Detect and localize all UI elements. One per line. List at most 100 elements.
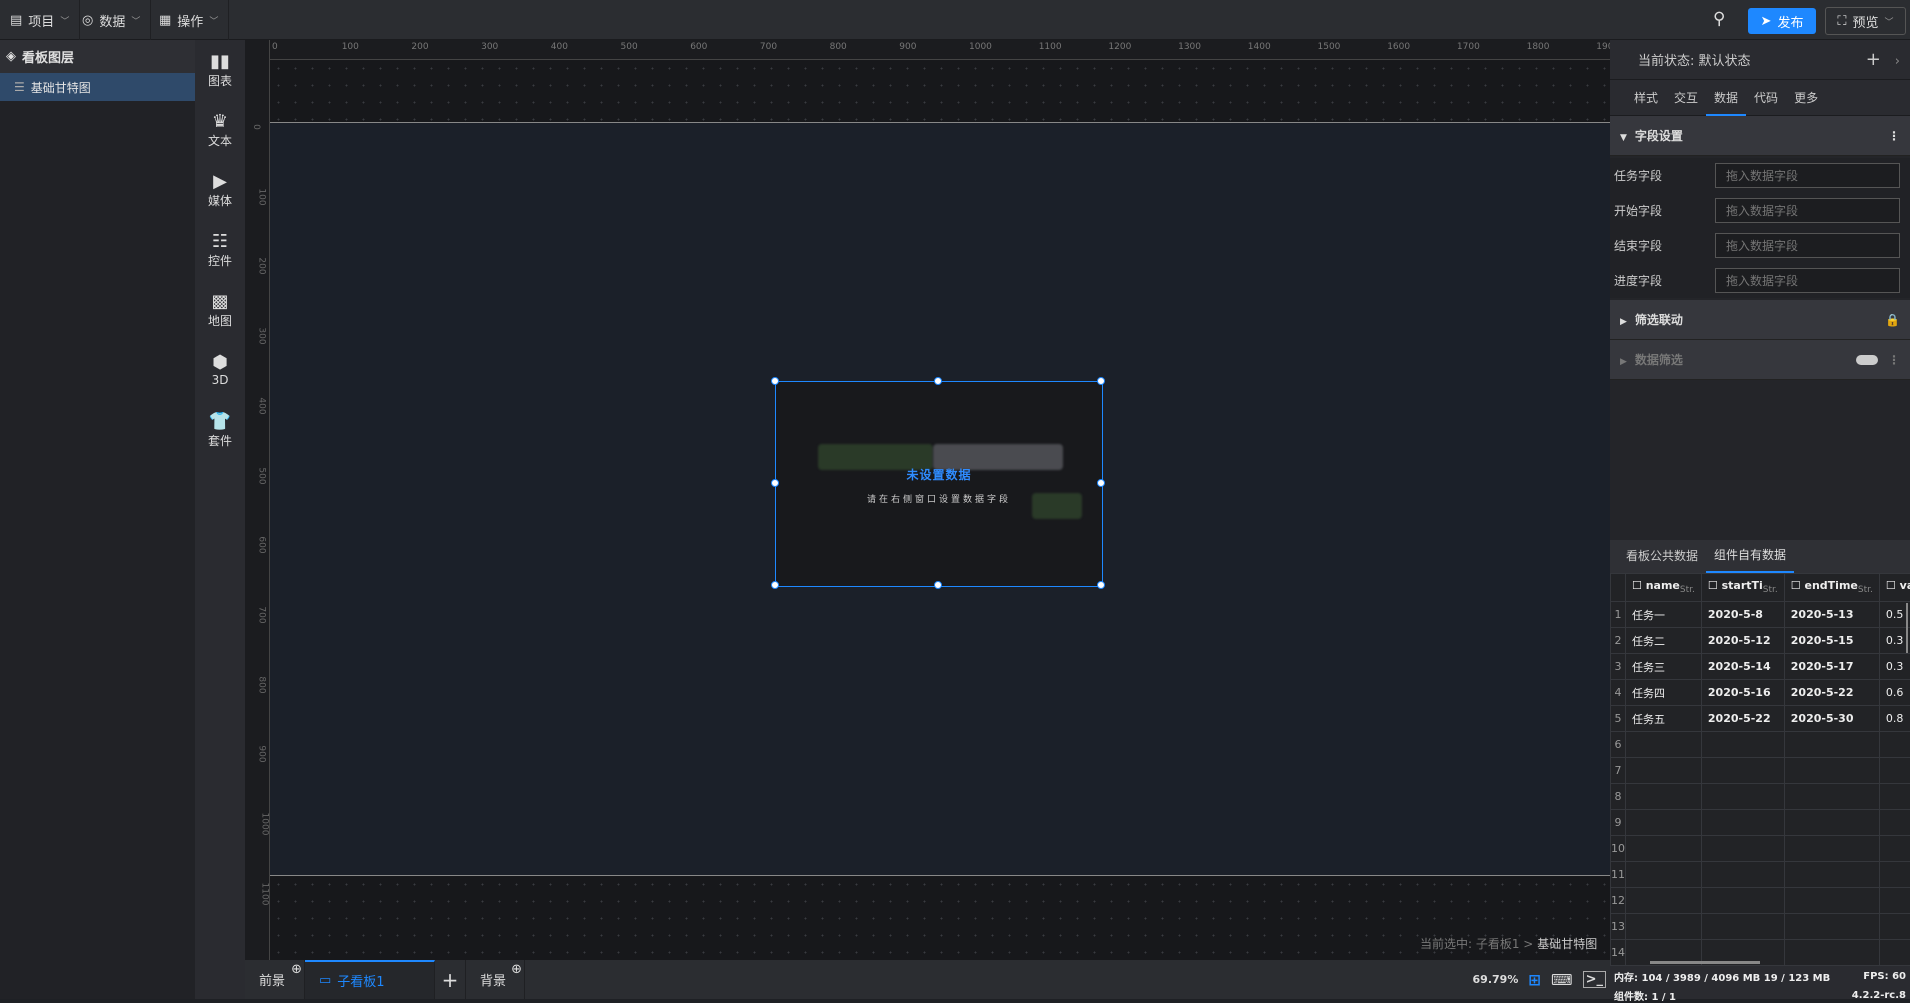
more-vertical-icon[interactable]: ⋮ xyxy=(1888,353,1900,367)
tab-style[interactable]: 样式 xyxy=(1626,80,1666,116)
table-cell[interactable] xyxy=(1626,862,1702,888)
table-cell[interactable]: 2020-5-15 xyxy=(1784,628,1879,654)
table-cell[interactable] xyxy=(1626,888,1702,914)
table-cell[interactable]: 0.6 xyxy=(1879,680,1910,706)
progress-field-input[interactable] xyxy=(1715,268,1900,293)
table-cell[interactable]: 任务四 xyxy=(1626,680,1702,706)
table-cell[interactable] xyxy=(1879,914,1910,940)
table-cell[interactable]: 0.8 xyxy=(1879,706,1910,732)
table-cell[interactable]: 2020-5-30 xyxy=(1784,706,1879,732)
table-cell[interactable] xyxy=(1784,914,1879,940)
table-cell[interactable]: 2020-5-13 xyxy=(1784,602,1879,628)
tool-text[interactable]: ♛文本 xyxy=(195,100,245,160)
table-cell[interactable] xyxy=(1784,732,1879,758)
add-circle-icon[interactable]: ⊕ xyxy=(291,962,302,977)
table-cell[interactable] xyxy=(1701,810,1784,836)
lock-icon[interactable]: 🔒 xyxy=(1885,313,1900,327)
table-cell[interactable] xyxy=(1784,810,1879,836)
tool-media[interactable]: ▶媒体 xyxy=(195,160,245,220)
table-cell[interactable] xyxy=(1701,862,1784,888)
table-row[interactable]: 8 xyxy=(1611,784,1910,810)
vertical-scrollbar[interactable] xyxy=(1906,603,1908,653)
tool-map[interactable]: ▩地图 xyxy=(195,280,245,340)
table-cell[interactable] xyxy=(1626,914,1702,940)
table-cell[interactable]: 任务五 xyxy=(1626,706,1702,732)
menu-operate[interactable]: ▦操作﹀ xyxy=(149,0,229,40)
table-cell[interactable] xyxy=(1626,784,1702,810)
table-cell[interactable]: 2020-5-12 xyxy=(1701,628,1784,654)
resize-handle[interactable] xyxy=(1097,377,1105,385)
table-cell[interactable] xyxy=(1784,888,1879,914)
table-cell[interactable] xyxy=(1879,888,1910,914)
tool-kit[interactable]: 👕套件 xyxy=(195,400,245,460)
table-cell[interactable] xyxy=(1879,810,1910,836)
tool-control[interactable]: ☷控件 xyxy=(195,220,245,280)
table-cell[interactable]: 任务三 xyxy=(1626,654,1702,680)
table-row[interactable]: 12 xyxy=(1611,888,1910,914)
add-board-button[interactable]: + xyxy=(435,960,466,999)
table-row[interactable]: 1任务一2020-5-82020-5-130.5 xyxy=(1611,602,1910,628)
table-cell[interactable] xyxy=(1784,784,1879,810)
table-cell[interactable]: 0.3 xyxy=(1879,654,1910,680)
table-row[interactable]: 9 xyxy=(1611,810,1910,836)
menu-data[interactable]: ◎数据﹀ xyxy=(72,0,151,40)
table-cell[interactable] xyxy=(1784,836,1879,862)
tab-public-data[interactable]: 看板公共数据 xyxy=(1618,540,1706,573)
table-cell[interactable] xyxy=(1784,940,1879,966)
horizontal-scrollbar[interactable] xyxy=(1650,961,1760,964)
table-cell[interactable]: 2020-5-8 xyxy=(1701,602,1784,628)
resize-handle[interactable] xyxy=(771,377,779,385)
task-field-input[interactable] xyxy=(1715,163,1900,188)
tab-sub-board-1[interactable]: ▭子看板1 xyxy=(305,960,435,999)
checkbox[interactable]: ☐ xyxy=(1791,579,1801,592)
table-cell[interactable] xyxy=(1701,888,1784,914)
resize-handle[interactable] xyxy=(771,479,779,487)
table-cell[interactable] xyxy=(1879,758,1910,784)
more-vertical-icon[interactable]: ⋮ xyxy=(1888,129,1900,143)
tab-interaction[interactable]: 交互 xyxy=(1666,80,1706,116)
zoom-level[interactable]: 69.79% xyxy=(1473,973,1519,986)
checkbox[interactable]: ☐ xyxy=(1886,579,1896,592)
table-cell[interactable]: 2020-5-16 xyxy=(1701,680,1784,706)
layer-item-gantt[interactable]: ☰基础甘特图 xyxy=(0,73,195,101)
table-cell[interactable] xyxy=(1626,758,1702,784)
field-settings-header[interactable]: ▼字段设置⋮ xyxy=(1610,116,1910,156)
table-cell[interactable] xyxy=(1879,862,1910,888)
table-row[interactable]: 3任务三2020-5-142020-5-170.3 xyxy=(1611,654,1910,680)
table-cell[interactable] xyxy=(1879,940,1910,966)
search-icon[interactable]: ⚲ xyxy=(1713,9,1725,29)
table-cell[interactable] xyxy=(1701,784,1784,810)
table-cell[interactable]: 2020-5-14 xyxy=(1701,654,1784,680)
tab-data[interactable]: 数据 xyxy=(1706,80,1746,116)
table-cell[interactable] xyxy=(1701,758,1784,784)
tab-background[interactable]: 背景⊕ xyxy=(466,960,525,999)
tab-more[interactable]: 更多 xyxy=(1786,80,1826,116)
table-cell[interactable] xyxy=(1626,810,1702,836)
table-cell[interactable]: 任务二 xyxy=(1626,628,1702,654)
table-cell[interactable] xyxy=(1784,758,1879,784)
data-filter-toggle[interactable] xyxy=(1856,355,1878,365)
table-row[interactable]: 11 xyxy=(1611,862,1910,888)
terminal-icon[interactable]: >_ xyxy=(1583,971,1606,988)
filter-link-header[interactable]: ▶筛选联动🔒 xyxy=(1610,300,1910,340)
table-row[interactable]: 5任务五2020-5-222020-5-300.8 xyxy=(1611,706,1910,732)
table-cell[interactable] xyxy=(1784,862,1879,888)
table-row[interactable]: 10 xyxy=(1611,836,1910,862)
resize-handle[interactable] xyxy=(771,581,779,589)
table-row[interactable]: 7 xyxy=(1611,758,1910,784)
checkbox[interactable]: ☐ xyxy=(1708,579,1718,592)
checkbox[interactable]: ☐ xyxy=(1632,579,1642,592)
table-row[interactable]: 2任务二2020-5-122020-5-150.3 xyxy=(1611,628,1910,654)
preview-button[interactable]: ⛶预览﹀ xyxy=(1825,7,1906,35)
add-state-icon[interactable]: + xyxy=(1866,49,1881,70)
resize-handle[interactable] xyxy=(1097,479,1105,487)
fit-screen-icon[interactable]: ⊞ xyxy=(1528,971,1541,989)
table-cell[interactable] xyxy=(1626,836,1702,862)
menu-project[interactable]: ▤项目﹀ xyxy=(0,0,80,40)
resize-handle[interactable] xyxy=(934,581,942,589)
table-cell[interactable] xyxy=(1626,732,1702,758)
data-filter-header[interactable]: ▶数据筛选⋮ xyxy=(1610,340,1910,380)
table-cell[interactable] xyxy=(1701,732,1784,758)
table-cell[interactable] xyxy=(1701,836,1784,862)
gantt-widget[interactable]: 未设置数据 请在右侧窗口设置数据字段 xyxy=(775,381,1103,587)
